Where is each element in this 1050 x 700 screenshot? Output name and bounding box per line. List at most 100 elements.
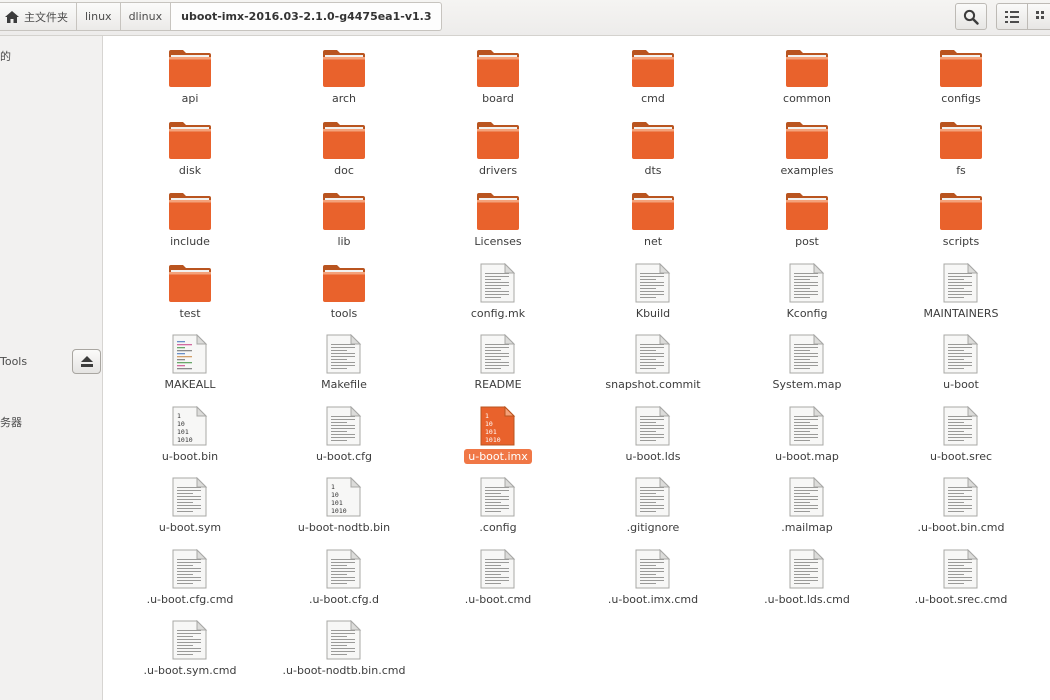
item-label-text: dts — [644, 164, 662, 177]
search-button[interactable] — [955, 3, 987, 30]
text-file-icon — [168, 476, 212, 517]
folder-item[interactable]: tools — [267, 261, 421, 331]
item-label-text: config.mk — [470, 307, 526, 320]
breadcrumb-current[interactable]: uboot-imx-2016.03-2.1.0-g4475ea1-v1.3 — [171, 2, 443, 31]
breadcrumb-home[interactable]: 主文件夹 — [0, 2, 77, 31]
text-file-icon — [631, 476, 675, 517]
folder-icon — [785, 120, 829, 160]
folder-item[interactable]: Licenses — [421, 189, 575, 259]
item-label: .u-boot.srec.cmd — [884, 593, 1038, 606]
file-item[interactable]: u-boot.cfg — [267, 404, 421, 474]
folder-item[interactable]: api — [113, 46, 267, 116]
file-item[interactable]: MAINTAINERS — [884, 261, 1038, 331]
file-item[interactable]: .config — [421, 475, 575, 545]
list-view-button[interactable] — [996, 3, 1028, 30]
item-label-text: .mailmap — [781, 521, 833, 534]
folder-item[interactable]: net — [576, 189, 730, 259]
item-label-text: u-boot.imx — [464, 449, 532, 464]
item-label-text: cmd — [641, 92, 665, 105]
item-label: u-boot.cfg — [267, 450, 421, 463]
item-label: arch — [267, 92, 421, 105]
text-file-icon — [476, 476, 520, 517]
folder-item[interactable]: disk — [113, 118, 267, 188]
item-label-text: board — [482, 92, 514, 105]
file-item[interactable]: u-boot.srec — [884, 404, 1038, 474]
file-item[interactable]: .u-boot.cfg.d — [267, 547, 421, 617]
file-item[interactable]: u-boot.map — [730, 404, 884, 474]
text-file-icon — [168, 548, 212, 589]
file-item[interactable]: .u-boot-nodtb.bin.cmd — [267, 618, 421, 688]
file-item[interactable]: MAKEALL — [113, 332, 267, 402]
item-label: Kbuild — [576, 307, 730, 320]
file-item[interactable]: 1 10 101 1010 u-boot-nodtb.bin — [267, 475, 421, 545]
file-item[interactable]: .u-boot.sym.cmd — [113, 618, 267, 688]
file-item[interactable]: .u-boot.lds.cmd — [730, 547, 884, 617]
file-item[interactable]: config.mk — [421, 261, 575, 331]
item-label: .config — [421, 521, 575, 534]
folder-item[interactable]: common — [730, 46, 884, 116]
folder-item[interactable]: cmd — [576, 46, 730, 116]
grid-view-icon — [1036, 10, 1044, 19]
item-label-text: u-boot.map — [775, 450, 839, 463]
grid-view-button[interactable] — [1027, 3, 1050, 30]
item-label: u-boot.bin — [113, 450, 267, 463]
eject-button[interactable] — [72, 349, 101, 374]
folder-item[interactable]: scripts — [884, 189, 1038, 259]
item-label: u-boot.lds — [576, 450, 730, 463]
folder-item[interactable]: configs — [884, 46, 1038, 116]
file-item[interactable]: Kconfig — [730, 261, 884, 331]
file-item[interactable]: snapshot.commit — [576, 332, 730, 402]
text-file-icon — [785, 333, 829, 374]
folder-item[interactable]: include — [113, 189, 267, 259]
folder-item[interactable]: dts — [576, 118, 730, 188]
svg-text:101: 101 — [485, 428, 497, 436]
item-label-text: configs — [941, 92, 981, 105]
breadcrumb-item-linux[interactable]: linux — [77, 2, 121, 31]
file-item[interactable]: Kbuild — [576, 261, 730, 331]
text-file-icon — [322, 548, 366, 589]
item-label: u-boot — [884, 378, 1038, 391]
sidebar-item-tools[interactable]: Tools — [0, 355, 27, 368]
file-item[interactable]: .gitignore — [576, 475, 730, 545]
item-label: include — [113, 235, 267, 248]
sidebar-item-2[interactable]: 务器 — [0, 414, 22, 430]
file-item[interactable]: 1 10 101 1010 u-boot.bin — [113, 404, 267, 474]
file-item[interactable]: System.map — [730, 332, 884, 402]
file-item[interactable]: README — [421, 332, 575, 402]
item-label-text: lib — [337, 235, 351, 248]
file-item[interactable]: u-boot — [884, 332, 1038, 402]
folder-item[interactable]: test — [113, 261, 267, 331]
item-label-text: scripts — [942, 235, 980, 248]
folder-item[interactable]: drivers — [421, 118, 575, 188]
folder-item[interactable]: board — [421, 46, 575, 116]
item-label-text: common — [783, 92, 831, 105]
folder-item[interactable]: post — [730, 189, 884, 259]
folder-item[interactable]: examples — [730, 118, 884, 188]
item-label: net — [576, 235, 730, 248]
item-label-text: arch — [331, 92, 357, 105]
item-label-text: u-boot — [943, 378, 979, 391]
sidebar-item-0[interactable]: 的 — [0, 48, 11, 64]
svg-text:1010: 1010 — [177, 436, 193, 444]
file-item[interactable]: u-boot.lds — [576, 404, 730, 474]
folder-item[interactable]: lib — [267, 189, 421, 259]
binary-file-icon: 1 10 101 1010 — [322, 476, 366, 517]
file-item[interactable]: 1 10 101 1010 u-boot.imx — [421, 404, 575, 474]
file-item[interactable]: .u-boot.srec.cmd — [884, 547, 1038, 617]
file-item[interactable]: .u-boot.cmd — [421, 547, 575, 617]
folder-item[interactable]: arch — [267, 46, 421, 116]
file-item[interactable]: .mailmap — [730, 475, 884, 545]
file-item[interactable]: .u-boot.imx.cmd — [576, 547, 730, 617]
file-item[interactable]: .u-boot.bin.cmd — [884, 475, 1038, 545]
item-label-text: u-boot.lds — [625, 450, 681, 463]
breadcrumb-item-dlinux[interactable]: dlinux — [120, 2, 172, 31]
file-item[interactable]: u-boot.sym — [113, 475, 267, 545]
file-item[interactable]: .u-boot.cfg.cmd — [113, 547, 267, 617]
file-item[interactable]: Makefile — [267, 332, 421, 402]
folder-item[interactable]: doc — [267, 118, 421, 188]
toolbar: 主文件夹 linux dlinux uboot-imx-2016.03-2.1.… — [0, 0, 1050, 36]
folder-item[interactable]: fs — [884, 118, 1038, 188]
item-label: .u-boot.cmd — [421, 593, 575, 606]
item-label-text: u-boot-nodtb.bin — [297, 521, 391, 534]
text-file-icon — [631, 405, 675, 446]
